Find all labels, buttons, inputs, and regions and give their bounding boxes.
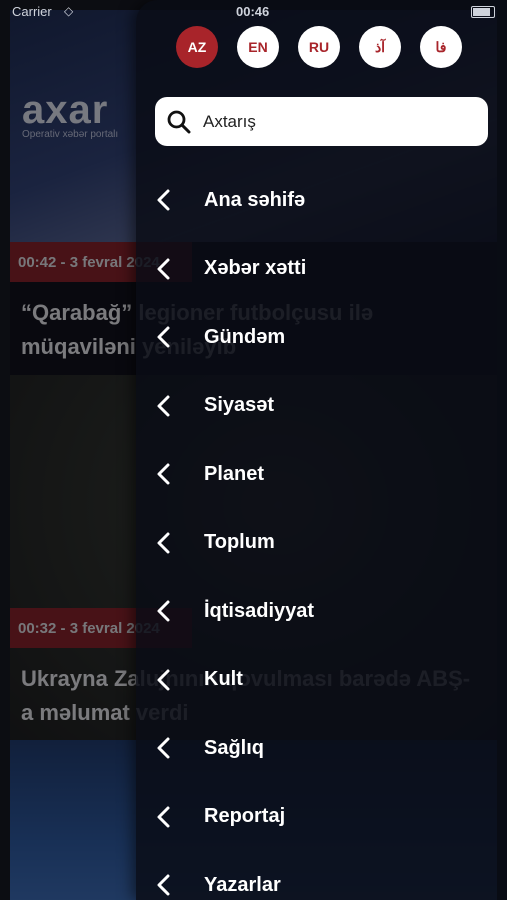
search-icon: [167, 110, 191, 133]
lang-button-en[interactable]: EN: [237, 26, 279, 68]
status-bar: Carrier ◇ 00:46: [0, 0, 507, 22]
menu-item-kult[interactable]: Kult: [136, 646, 507, 715]
menu-item-iqtisadiyyat[interactable]: İqtisadiyyat: [136, 577, 507, 646]
menu-item-ana-sehife[interactable]: Ana səhifə: [136, 166, 507, 235]
chevron-left-icon: [157, 326, 170, 348]
menu-item-toplum[interactable]: Toplum: [136, 509, 507, 578]
menu-item-siyaset[interactable]: Siyasət: [136, 372, 507, 441]
menu-item-saglig[interactable]: Sağlıq: [136, 714, 507, 783]
lang-button-fa[interactable]: فا: [420, 26, 462, 68]
menu-item-label: Reportaj: [204, 805, 286, 828]
chevron-left-icon: [157, 669, 170, 691]
lang-button-az[interactable]: AZ: [176, 26, 218, 68]
wifi-icon: ◇: [64, 4, 74, 18]
carrier-label: Carrier: [12, 4, 52, 19]
menu-item-planet[interactable]: Planet: [136, 440, 507, 509]
menu-item-label: Xəbər xətti: [204, 257, 307, 280]
menu-item-label: İqtisadiyyat: [204, 599, 315, 622]
chevron-left-icon: [157, 806, 170, 828]
lang-button-az-arabic[interactable]: آذ: [359, 26, 401, 68]
menu-item-yazarlar[interactable]: Yazarlar: [136, 851, 507, 900]
side-menu-drawer: AZ EN RU آذ فا Ana səhifə Xəbər xətti: [136, 0, 507, 900]
search-box[interactable]: [155, 97, 488, 146]
battery-icon: [471, 6, 495, 18]
chevron-left-icon: [157, 737, 170, 759]
chevron-left-icon: [157, 532, 170, 554]
menu-item-xeber-xetti[interactable]: Xəbər xətti: [136, 235, 507, 304]
lang-button-ru[interactable]: RU: [298, 26, 340, 68]
chevron-left-icon: [157, 463, 170, 485]
chevron-left-icon: [157, 395, 170, 417]
language-switcher: AZ EN RU آذ فا: [176, 26, 481, 68]
menu-item-reportaj[interactable]: Reportaj: [136, 783, 507, 852]
chevron-left-icon: [157, 189, 170, 211]
menu-item-label: Ana səhifə: [204, 188, 306, 211]
menu-item-gundem[interactable]: Gündəm: [136, 303, 507, 372]
clock: 00:46: [236, 4, 270, 19]
search-input[interactable]: [201, 110, 465, 133]
menu-item-label: Sağlıq: [204, 736, 265, 759]
menu-item-label: Planet: [204, 462, 265, 485]
app-screen: axar Operativ xəbər portalı 00:42 - 3 fe…: [0, 0, 507, 900]
menu-list: Ana səhifə Xəbər xətti Gündəm Siyasət Pl…: [136, 166, 507, 900]
chevron-left-icon: [157, 258, 170, 280]
menu-item-label: Kult: [204, 668, 243, 691]
chevron-left-icon: [157, 600, 170, 622]
menu-item-label: Toplum: [204, 531, 275, 554]
menu-item-label: Gündəm: [204, 325, 286, 348]
menu-item-label: Siyasət: [204, 394, 275, 417]
chevron-left-icon: [157, 874, 170, 896]
menu-item-label: Yazarlar: [204, 873, 281, 896]
